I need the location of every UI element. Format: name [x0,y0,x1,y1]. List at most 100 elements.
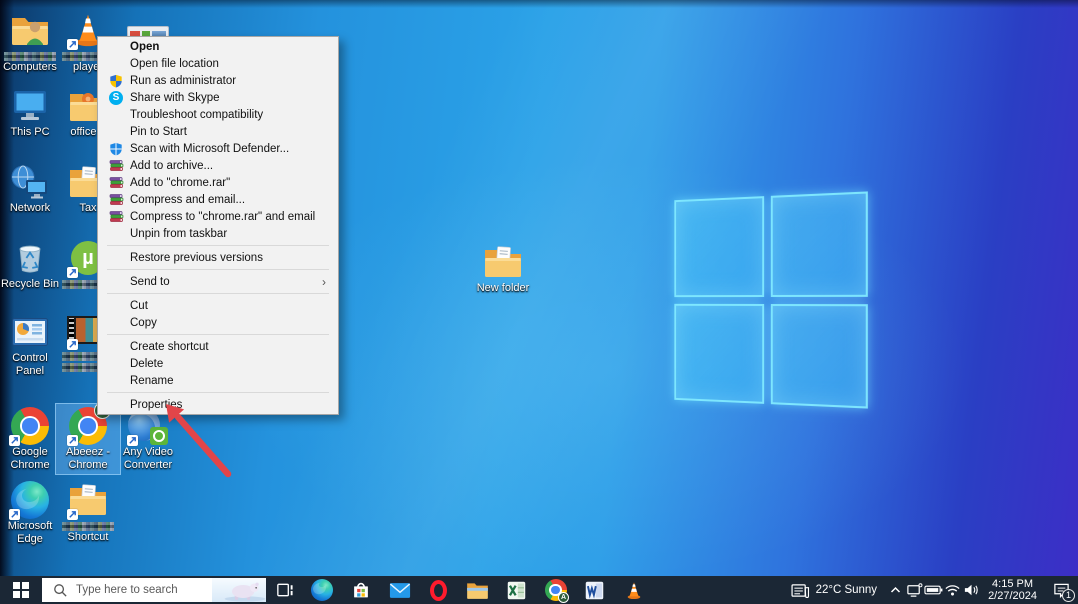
clock[interactable]: 4:15 PM 2/27/2024 [981,578,1044,603]
desktop-icon-label: Panel [16,366,44,378]
menu-item-label: Cut [130,300,148,312]
volume-button[interactable] [962,576,981,604]
taskbar-pinned-excel[interactable] [497,576,536,604]
menu-item-label: Copy [130,317,157,329]
menu-item-label: Open file location [130,58,219,70]
desktop-icon-label: Control [12,353,47,365]
start-button[interactable] [0,576,42,604]
new-folder-icon [482,242,524,282]
windows-logo-pane [674,303,763,403]
menu-item-send-to[interactable]: Send to› [98,273,338,290]
desktop-icon-label: Edge [17,534,43,546]
taskbar-pinned-store[interactable] [341,576,380,604]
wallpaper-windows-logo [674,191,868,408]
windows-logo-pane [770,304,867,409]
menu-item-add-to-chrome-rar[interactable]: Add to "chrome.rar" [98,174,338,191]
action-center-button[interactable]: 1 [1044,576,1078,604]
desktop-icon-google-chrome[interactable]: GoogleChrome [0,404,62,474]
menu-item-run-as-administrator[interactable]: Run as administrator [98,72,338,89]
menu-item-compress-to-chrome-rar-and-email[interactable]: Compress to "chrome.rar" and email [98,208,338,225]
desktop-icon-label: Chrome [10,460,49,472]
menu-item-label: Compress and email... [130,194,245,206]
menu-item-label: Compress to "chrome.rar" and email [130,211,315,223]
menu-item-label: Scan with Microsoft Defender... [130,143,289,155]
recycle-bin-icon [9,238,51,278]
desktop-icon-new-folder[interactable]: New folder [471,240,535,298]
desktop-icon-label: Tax [79,203,96,215]
taskbar-search-box[interactable] [42,578,266,602]
censored-label [62,522,114,531]
task-view-button[interactable] [266,576,302,604]
menu-item-scan-with-microsoft-defender[interactable]: Scan with Microsoft Defender... [98,140,338,157]
context-menu: Open Open file location Run as administrat… [97,36,339,415]
taskbar-pinned-edge[interactable] [302,576,341,604]
hidden-icons-chevron[interactable] [886,576,905,604]
menu-separator [107,293,329,294]
shortcut-arrow-icon [67,435,78,446]
desktop-icon-shortcut-folder[interactable]: Shortcut [56,478,120,547]
menu-item-add-to-archive[interactable]: Add to archive... [98,157,338,174]
taskbar-pinned-chrome[interactable]: A [536,576,575,604]
weather-text: 22°C Sunny [816,584,878,596]
desktop-icon-recycle-bin[interactable]: Recycle Bin [0,236,62,294]
shortcut-arrow-icon [127,435,138,446]
uac-shield-icon [104,74,128,88]
menu-item-label: Pin to Start [130,126,187,138]
menu-item-label: Troubleshoot compatibility [130,109,263,121]
wifi-icon [944,583,961,597]
shortcut-folder-icon [67,480,109,520]
shortcut-arrow-icon [9,509,20,520]
menu-item-copy[interactable]: Copy [98,314,338,331]
menu-separator [107,269,329,270]
menu-item-restore-previous-versions[interactable]: Restore previous versions [98,249,338,266]
battery-button[interactable] [924,576,943,604]
menu-item-troubleshoot-compatibility[interactable]: Troubleshoot compatibility [98,106,338,123]
menu-item-label: Add to archive... [130,160,213,172]
network-icon [9,162,51,202]
taskbar-pinned-mail[interactable] [380,576,419,604]
search-highlight-bear-image[interactable] [212,578,266,602]
menu-item-label: Open [130,41,159,53]
shortcut-arrow-icon [9,435,20,446]
desktop-icon-label: Shortcut [68,532,109,544]
taskbar-pinned-opera[interactable] [419,576,458,604]
menu-item-share-with-skype[interactable]: SShare with Skype [98,89,338,106]
windows-logo-pane [674,196,763,296]
this-pc-icon [9,86,51,126]
menu-item-label: Create shortcut [130,341,209,353]
tray-device-button[interactable] [905,576,924,604]
menu-item-cut[interactable]: Cut [98,297,338,314]
menu-item-open[interactable]: Open [98,38,338,55]
desktop-icon-label: New folder [477,283,530,295]
menu-item-label: Restore previous versions [130,252,263,264]
taskbar-pinned-explorer[interactable] [458,576,497,604]
taskbar-pinned-vlc[interactable] [614,576,653,604]
task-view-icon [275,582,294,598]
desktop-icon-microsoft-edge[interactable]: MicrosoftEdge [0,478,62,548]
skype-icon: S [104,91,128,105]
menu-item-create-shortcut[interactable]: Create shortcut [98,338,338,355]
desktop-icon-network[interactable]: Network [0,160,62,218]
menu-item-rename[interactable]: Rename [98,372,338,389]
menu-item-pin-to-start[interactable]: Pin to Start [98,123,338,140]
menu-item-unpin-from-taskbar[interactable]: Unpin from taskbar [98,225,338,242]
weather-widget[interactable]: 22°C Sunny [782,576,887,604]
system-tray: 22°C Sunny [782,576,1078,604]
desktop-icon-this-pc[interactable]: This PC [0,84,62,142]
winrar-icon [104,175,128,190]
menu-item-open-file-location[interactable]: Open file location [98,55,338,72]
menu-item-label: Send to [130,276,170,288]
menu-separator [107,334,329,335]
menu-separator [107,392,329,393]
menu-item-compress-and-email[interactable]: Compress and email... [98,191,338,208]
battery-icon [924,584,943,596]
defender-icon [104,142,128,156]
taskbar-pinned-word[interactable] [575,576,614,604]
desktop-icon-computers[interactable]: Computers [0,8,62,77]
microsoft-edge-icon [9,480,51,520]
winrar-icon [104,192,128,207]
menu-item-delete[interactable]: Delete [98,355,338,372]
desktop-icon-control-panel[interactable]: ControlPanel [0,310,62,380]
wifi-button[interactable] [943,576,962,604]
menu-item-label: Unpin from taskbar [130,228,227,240]
